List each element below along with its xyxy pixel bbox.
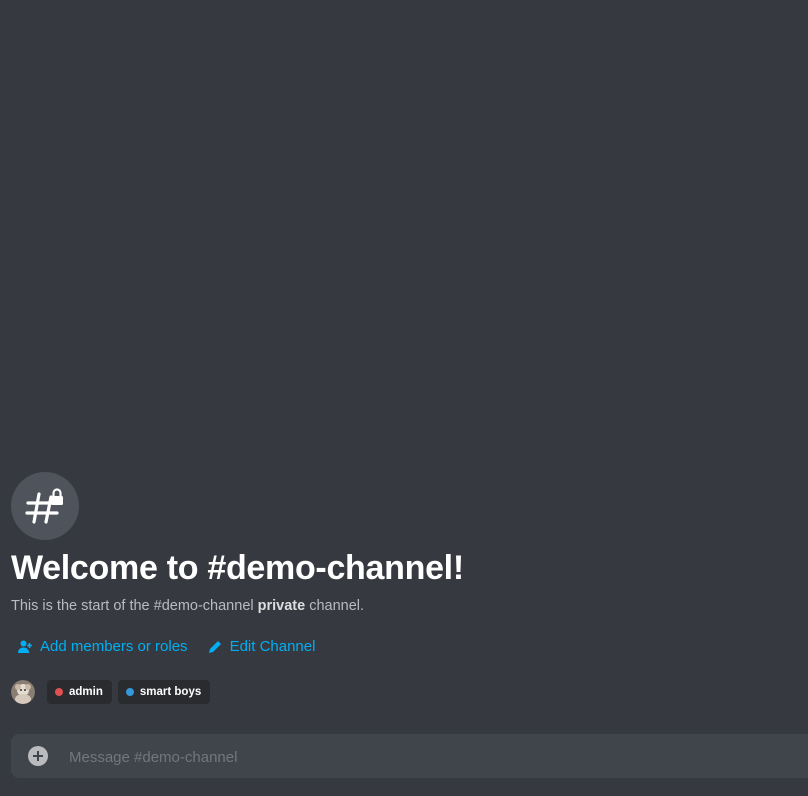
role-name: admin	[69, 686, 103, 698]
edit-channel-button[interactable]: Edit Channel	[208, 638, 316, 655]
role-name: smart boys	[139, 686, 202, 698]
plus-circle-icon[interactable]	[28, 746, 48, 766]
subtitle-emphasis: private	[257, 598, 306, 614]
role-pill-admin[interactable]: admin	[47, 680, 112, 704]
add-person-icon	[18, 640, 32, 653]
channel-roles-row: admin smart boys	[11, 680, 211, 704]
avatar[interactable]	[11, 680, 35, 704]
locked-hash-icon	[11, 472, 79, 540]
role-pill-smart-boys[interactable]: smart boys	[117, 680, 211, 704]
edit-channel-label: Edit Channel	[229, 638, 316, 655]
message-composer	[11, 734, 808, 780]
role-color-dot	[55, 688, 63, 696]
message-input[interactable]	[67, 734, 771, 780]
pencil-icon	[208, 641, 221, 653]
subtitle-prefix: This is the start of the #demo-channel	[11, 598, 258, 614]
add-members-button[interactable]: Add members or roles	[17, 638, 188, 655]
chat-area: Welcome to #demo-channel! This is the st…	[0, 0, 808, 796]
subtitle-suffix: channel.	[305, 598, 365, 614]
welcome-subtitle: This is the start of the #demo-channel p…	[11, 597, 364, 615]
welcome-actions: Add members or roles Edit Channel	[17, 638, 315, 655]
role-color-dot	[125, 688, 134, 696]
add-members-label: Add members or roles	[40, 638, 188, 655]
welcome-title: Welcome to #demo-channel!	[11, 549, 464, 587]
